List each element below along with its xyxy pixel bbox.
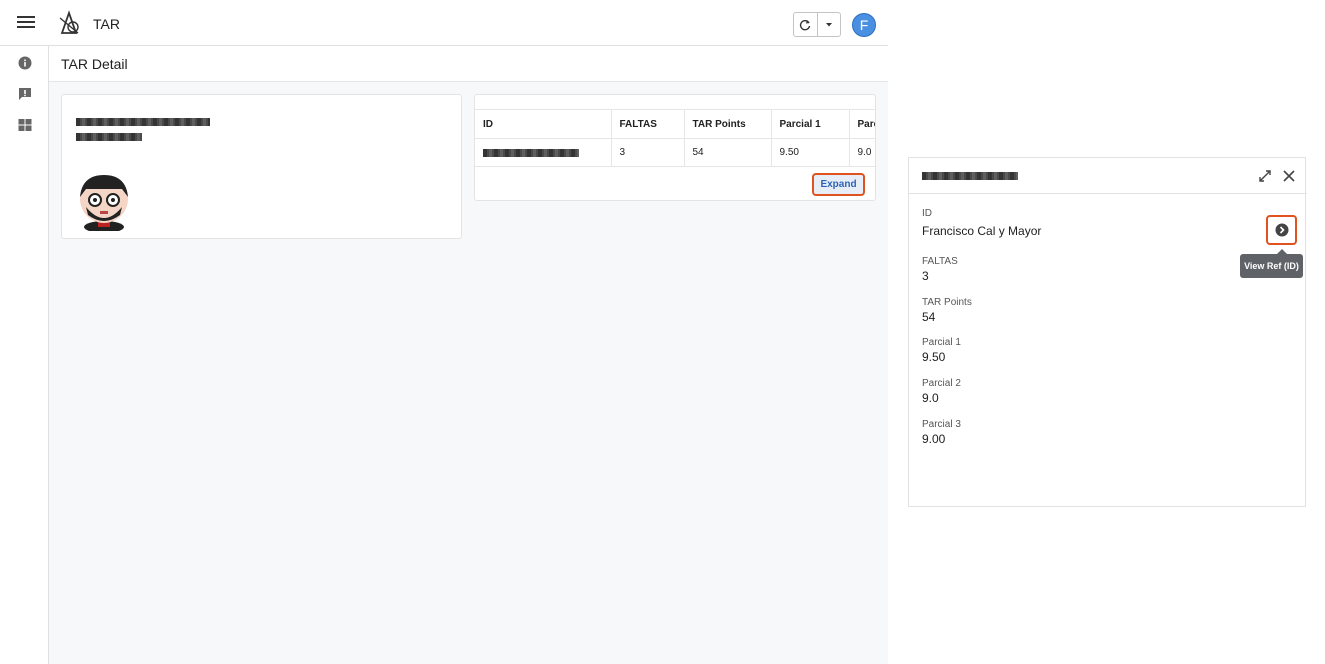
field-value-parcial-3: 9.00 bbox=[922, 432, 946, 446]
refresh-dropdown-button[interactable] bbox=[818, 13, 841, 36]
cell-tar-points: 54 bbox=[684, 138, 772, 167]
app-shell: TAR F TAR Detail ID FALTAS TAR Points Pa… bbox=[0, 0, 888, 664]
redacted-name-text bbox=[76, 118, 210, 126]
redacted-subtitle-text bbox=[76, 133, 142, 141]
app-title: TAR bbox=[93, 16, 120, 32]
nav-feedback-item[interactable] bbox=[16, 85, 34, 103]
page-title: TAR Detail bbox=[61, 56, 128, 72]
redacted-panel-title bbox=[922, 172, 1018, 180]
field-label-id: ID bbox=[922, 208, 932, 219]
view-ref-tooltip: View Ref (ID) bbox=[1240, 249, 1303, 278]
refresh-button[interactable] bbox=[794, 13, 818, 36]
nav-dashboard-item[interactable] bbox=[16, 116, 34, 134]
refresh-icon bbox=[800, 19, 811, 30]
nav-info-item[interactable] bbox=[16, 54, 34, 72]
cell-id-redacted bbox=[475, 138, 612, 167]
profile-avatar-image bbox=[80, 175, 128, 231]
records-table: ID FALTAS TAR Points Parcial 1 Parc 3 54… bbox=[475, 109, 875, 167]
field-label-faltas: FALTAS bbox=[922, 256, 958, 267]
arrow-circle-right-icon bbox=[1275, 223, 1288, 237]
dashboard-icon bbox=[18, 119, 32, 131]
column-header-tar-points[interactable]: TAR Points bbox=[684, 109, 772, 139]
field-value-parcial-1: 9.50 bbox=[922, 350, 946, 364]
top-bar: TAR F bbox=[0, 0, 888, 46]
refresh-control bbox=[793, 12, 841, 37]
page-header: TAR Detail bbox=[49, 46, 888, 82]
profile-card bbox=[61, 94, 462, 239]
expand-diagonal-icon[interactable] bbox=[1257, 168, 1273, 184]
caret-down-icon bbox=[825, 22, 832, 26]
column-header-parcial-2[interactable]: Parc bbox=[849, 109, 875, 139]
table-row[interactable]: 3 54 9.50 9.0 bbox=[475, 138, 875, 167]
field-label-parcial-2: Parcial 2 bbox=[922, 378, 961, 389]
field-value-faltas: 3 bbox=[922, 269, 929, 283]
left-nav-rail bbox=[0, 46, 49, 664]
column-header-id[interactable]: ID bbox=[475, 109, 612, 139]
info-icon bbox=[18, 56, 32, 70]
field-label-parcial-3: Parcial 3 bbox=[922, 419, 961, 430]
column-header-parcial-1[interactable]: Parcial 1 bbox=[771, 109, 850, 139]
feedback-icon bbox=[19, 88, 31, 100]
field-value-id: Francisco Cal y Mayor bbox=[922, 224, 1042, 238]
table-header-row: ID FALTAS TAR Points Parcial 1 Parc bbox=[475, 109, 875, 139]
field-value-parcial-2: 9.0 bbox=[922, 391, 939, 405]
field-label-tar-points: TAR Points bbox=[922, 297, 972, 308]
detail-side-panel: ID Francisco Cal y Mayor View Ref (ID) F… bbox=[908, 157, 1307, 507]
cell-parcial-1: 9.50 bbox=[771, 138, 850, 167]
column-header-faltas[interactable]: FALTAS bbox=[611, 109, 685, 139]
panel-header bbox=[909, 158, 1307, 194]
user-avatar[interactable]: F bbox=[852, 13, 876, 37]
view-ref-button[interactable] bbox=[1266, 215, 1297, 245]
records-table-card: ID FALTAS TAR Points Parcial 1 Parc 3 54… bbox=[474, 94, 876, 201]
cell-parcial-2: 9.0 bbox=[849, 138, 875, 167]
cell-faltas: 3 bbox=[611, 138, 685, 167]
expand-button[interactable]: Expand bbox=[812, 173, 865, 196]
field-value-tar-points: 54 bbox=[922, 310, 936, 324]
app-logo-icon bbox=[59, 10, 79, 34]
main-content: TAR Detail ID FALTAS TAR Points Parcial … bbox=[49, 46, 888, 664]
hamburger-menu-icon[interactable] bbox=[16, 13, 36, 33]
close-icon[interactable] bbox=[1281, 168, 1297, 184]
field-label-parcial-1: Parcial 1 bbox=[922, 337, 961, 348]
